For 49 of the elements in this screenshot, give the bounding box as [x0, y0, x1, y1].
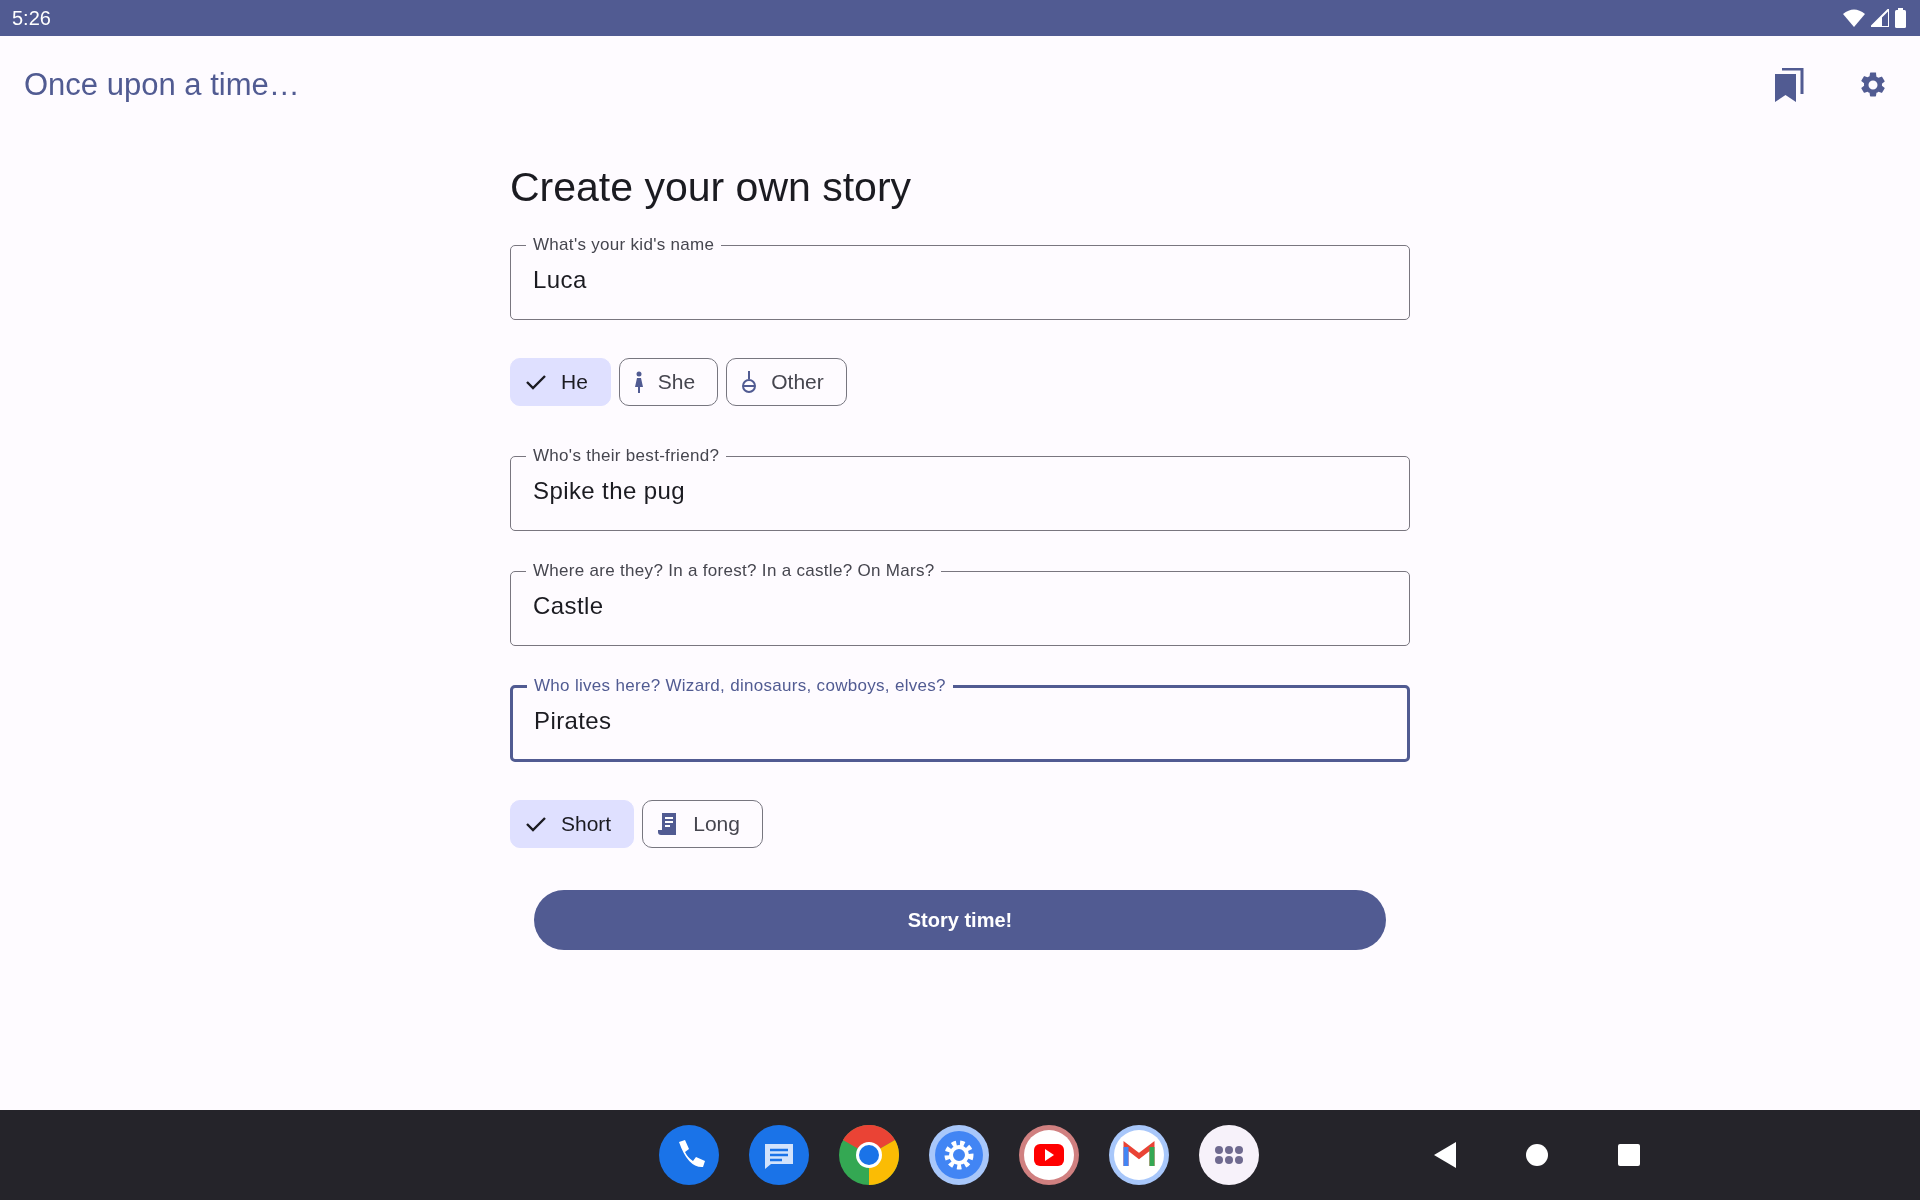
- field-label: Who's their best-friend?: [532, 446, 721, 466]
- field-value: Spike the pug: [533, 476, 685, 506]
- input-field[interactable]: Who lives here? Wizard, dinosaurs, cowboys, elves? Pirates: [510, 676, 1410, 762]
- mail-app-button[interactable]: [1109, 1125, 1169, 1185]
- field-label: What's your kid's name: [532, 235, 716, 255]
- message-icon: [749, 1125, 809, 1185]
- phone-app-button[interactable]: [659, 1125, 719, 1185]
- input-field[interactable]: Where are they? In a forest? In a castle? On Mars? Castle: [510, 561, 1410, 646]
- app-grid-icon: [1199, 1125, 1259, 1185]
- story-time-button[interactable]: Story time!: [534, 890, 1386, 950]
- check-icon: [525, 815, 547, 833]
- home-button[interactable]: [1526, 1144, 1548, 1166]
- input-field[interactable]: What's your kid's name Luca: [510, 235, 1410, 320]
- filter-chip[interactable]: Other: [726, 358, 847, 406]
- check-icon: [525, 373, 547, 391]
- filter-chip[interactable]: Long: [642, 800, 763, 848]
- app-title: Once upon a time…: [24, 67, 301, 103]
- recents-icon: [1618, 1144, 1640, 1166]
- phone-icon: [659, 1125, 719, 1185]
- filter-chip[interactable]: He: [510, 358, 611, 406]
- input-field[interactable]: Who's their best-friend? Spike the pug: [510, 446, 1410, 531]
- wifi-icon: [1843, 9, 1865, 27]
- status-time: 5:26: [12, 6, 51, 30]
- gear-app-button[interactable]: [929, 1125, 989, 1185]
- app-grid-app-button[interactable]: [1199, 1125, 1259, 1185]
- field-value: Luca: [533, 265, 587, 295]
- signal-icon: [1871, 9, 1889, 27]
- browser-app-button[interactable]: [839, 1125, 899, 1185]
- bookmarks-icon: [1774, 68, 1804, 102]
- video-play-icon: [1019, 1125, 1079, 1185]
- filter-chip[interactable]: Short: [510, 800, 635, 848]
- circle-line-icon: [741, 370, 758, 394]
- video-play-app-button[interactable]: [1019, 1125, 1079, 1185]
- gear-icon: [929, 1125, 989, 1185]
- page-heading: Create your own story: [510, 164, 913, 211]
- mail-icon: [1109, 1125, 1169, 1185]
- field-label: Where are they? In a forest? In a castle? On Mars?: [532, 561, 936, 581]
- back-icon: [1434, 1142, 1456, 1168]
- field-value: Castle: [533, 591, 604, 621]
- person-icon: [633, 371, 644, 393]
- filter-chip[interactable]: She: [618, 358, 719, 406]
- back-button[interactable]: [1434, 1142, 1456, 1168]
- message-app-button[interactable]: [749, 1125, 809, 1185]
- field-value: Pirates: [534, 706, 612, 736]
- battery-icon: [1895, 8, 1906, 28]
- browser-icon: [839, 1125, 899, 1185]
- home-icon: [1526, 1144, 1548, 1166]
- settings-icon: [1858, 70, 1888, 100]
- field-label: Who lives here? Wizard, dinosaurs, cowboys, elves?: [533, 676, 947, 696]
